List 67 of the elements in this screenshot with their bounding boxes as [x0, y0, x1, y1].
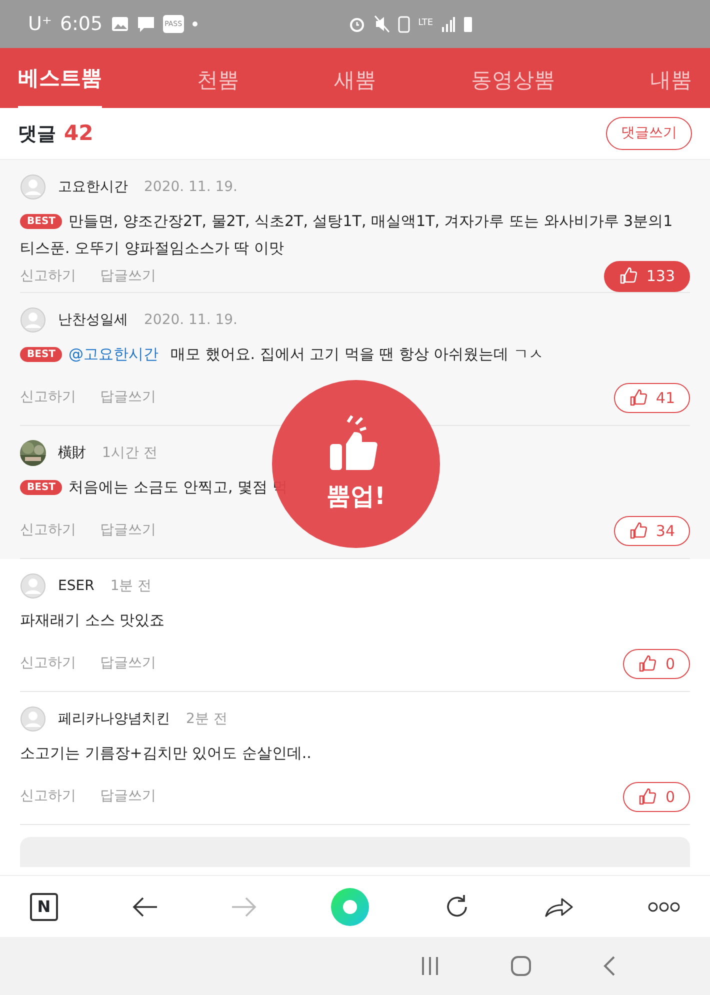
author-name: 橫財: [58, 444, 86, 462]
more-icon[interactable]: [648, 900, 680, 912]
thumbs-up-icon: [638, 654, 658, 673]
comment-time: 1시간 전: [102, 444, 158, 462]
like-button[interactable]: 0: [623, 648, 690, 679]
reply-link[interactable]: 답글쓰기: [100, 387, 156, 408]
author-name: 페리카나양념치킨: [58, 710, 170, 728]
tab[interactable]: 베스트뿜: [18, 52, 102, 108]
author-name: 고요한시간: [58, 178, 128, 196]
like-up-label: 뿜업!: [326, 481, 386, 512]
write-comment-button[interactable]: 댓글쓰기: [606, 117, 692, 150]
tab[interactable]: 천뿜: [197, 54, 239, 108]
reply-link[interactable]: 답글쓰기: [100, 520, 156, 542]
clock: 6:05: [60, 12, 103, 37]
report-link[interactable]: 신고하기: [20, 786, 76, 808]
report-link[interactable]: 신고하기: [20, 653, 76, 674]
avatar-icon: [20, 706, 46, 732]
comment-time: 2분 전: [186, 710, 228, 728]
thumbs-up-icon: [628, 388, 648, 407]
recent-apps-icon[interactable]: [420, 956, 440, 976]
comments-title: 댓글: [18, 122, 56, 147]
like-button[interactable]: 34: [614, 516, 690, 546]
comment-text: 소고기는 기름장+김치만 있어도 순살인데..: [20, 743, 312, 764]
comment-time: 2020. 11. 19.: [144, 310, 238, 330]
comment-text: $^{BEST}$ @고요한시간 매모 했어요. 집에서 고기 먹을 땐 항상 아쉬웠는데 ㄱㅅ: [20, 341, 544, 368]
alarm-icon: [348, 15, 366, 33]
tab[interactable]: 새뿜: [334, 54, 376, 108]
thumbs-up-icon: [619, 267, 638, 286]
mention-link[interactable]: @고요한시간: [68, 345, 158, 363]
thumbs-up-icon: [628, 522, 648, 540]
home-button[interactable]: N: [30, 892, 58, 920]
comment-text: 파재래기 소스 맛있죠: [20, 610, 165, 631]
comment-text: $^{BEST}$ 만들면, 양조간장2T, 물2T, 식초2T, 설탕1T, 매실액1T, 겨자가루 또는 와사비가루 3분의1 티스푼. 오뚜기 양파절임소스가 딱 이맛: [20, 211, 674, 259]
reply-link[interactable]: 답글쓰기: [100, 266, 156, 287]
like-button[interactable]: 41: [614, 382, 690, 413]
comment-time: 1분 전: [110, 576, 152, 596]
best-badge: BEST: [20, 214, 62, 229]
avatar-icon: [20, 573, 46, 599]
lte-label: LTE: [418, 17, 434, 30]
signal-icon: [441, 16, 456, 32]
mute-icon: [374, 15, 390, 33]
best-badge: BEST: [20, 347, 62, 362]
author-name: 난찬성일세: [58, 310, 128, 330]
dot-icon: [192, 21, 198, 27]
battery-icon: [463, 15, 474, 33]
reply-link[interactable]: 답글쓰기: [100, 786, 156, 808]
author-name: ESER: [58, 576, 94, 596]
tab[interactable]: 내뿜: [650, 54, 692, 108]
home-icon[interactable]: [510, 955, 532, 977]
back-icon[interactable]: [132, 896, 158, 918]
comment-time: 2020. 11. 19.: [144, 178, 238, 196]
report-link[interactable]: 신고하기: [20, 266, 76, 287]
avatar-icon: [20, 174, 46, 200]
chat-icon: [136, 16, 155, 32]
reply-link[interactable]: 답글쓰기: [100, 653, 156, 674]
tab[interactable]: 동영상뿜: [471, 54, 555, 108]
like-button[interactable]: 133: [604, 261, 690, 292]
avatar-icon: [20, 307, 46, 333]
like-button[interactable]: 0: [623, 782, 690, 812]
thumbs-up-icon: [638, 788, 658, 806]
report-link[interactable]: 신고하기: [20, 387, 76, 408]
best-badge: BEST: [20, 480, 62, 495]
carrier-label: U⁺: [28, 12, 52, 37]
image-icon: [110, 16, 129, 32]
battery-saver-icon: [398, 15, 410, 33]
report-link[interactable]: 신고하기: [20, 520, 76, 542]
comment-count: 42: [64, 120, 94, 147]
